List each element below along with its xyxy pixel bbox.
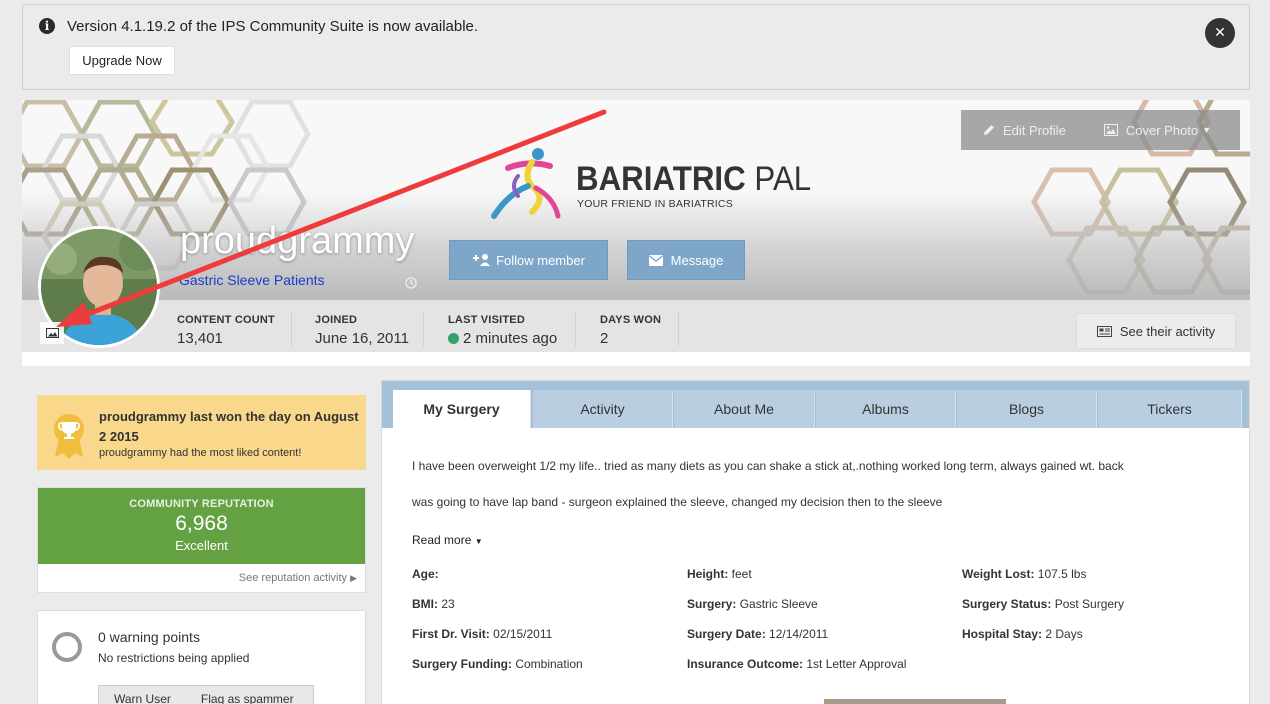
field-surgery-status: Surgery Status: Post Surgery	[962, 597, 1125, 611]
profile-tab-bar: My Surgery Activity About Me Albums Blog…	[382, 381, 1249, 428]
activity-feed-icon	[1096, 325, 1112, 337]
stat-content-count: CONTENT COUNT 13,401	[177, 314, 275, 347]
warn-user-button[interactable]: Warn User	[114, 686, 171, 704]
stat-days-won: DAYS WON 2	[600, 314, 662, 347]
field-bmi: BMI: 23	[412, 597, 455, 611]
follow-member-button[interactable]: Follow member	[449, 240, 608, 280]
warning-points-ring	[52, 632, 82, 662]
profile-owner-actions: Edit Profile Cover Photo ▼	[961, 110, 1240, 150]
profile-header: BARIATRIC PAL YOUR FRIEND IN BARIATRICS …	[22, 100, 1250, 366]
trophy-icon	[54, 414, 84, 459]
stat-divider	[291, 312, 292, 346]
field-age: Age:	[412, 567, 439, 581]
field-surgery-funding: Surgery Funding: Combination	[412, 657, 583, 671]
logo-tagline: YOUR FRIEND IN BARIATRICS	[577, 198, 733, 210]
bariatric-pal-logo: BARIATRIC PAL YOUR FRIEND IN BARIATRICS	[488, 146, 811, 222]
award-subtitle: proudgrammy had the most liked content!	[99, 447, 302, 459]
image-icon	[45, 328, 59, 338]
stat-divider	[678, 312, 679, 346]
field-insurance-outcome: Insurance Outcome: 1st Letter Approval	[687, 657, 907, 671]
field-height: Height: feet	[687, 567, 752, 581]
tab-blogs[interactable]: Blogs	[957, 390, 1097, 428]
flag-spammer-button[interactable]: Flag as spammer	[201, 686, 294, 704]
edit-profile-button[interactable]: Edit Profile	[983, 123, 1066, 138]
field-surgery: Surgery: Gastric Sleeve	[687, 597, 818, 611]
logo-wordmark: BARIATRIC PAL	[576, 160, 812, 198]
runner-logo-icon	[491, 148, 561, 219]
field-weight-lost: Weight Lost: 107.5 lbs	[962, 567, 1087, 581]
stat-last-visited: LAST VISITED 2 minutes ago	[448, 314, 558, 347]
tab-about-me[interactable]: About Me	[674, 390, 815, 428]
caret-down-icon: ▼	[474, 537, 483, 546]
warnings-widget: 0 warning points No restrictions being a…	[37, 610, 366, 704]
message-button[interactable]: Message	[627, 240, 745, 280]
field-first-dr-visit: First Dr. Visit: 02/15/2011	[412, 627, 553, 641]
online-status-dot	[448, 333, 459, 344]
reputation-level: Excellent	[175, 538, 228, 553]
ticker-image	[824, 699, 1006, 704]
envelope-icon	[648, 254, 663, 266]
surgery-story-paragraph: was going to have lap band - surgeon exp…	[412, 495, 943, 509]
see-reputation-activity-link[interactable]: See reputation activity ▶	[239, 572, 357, 584]
tab-albums[interactable]: Albums	[816, 390, 956, 428]
warning-restrictions: No restrictions being applied	[98, 651, 250, 665]
username: proudgrammy	[180, 220, 415, 262]
award-title: proudgrammy last won the day on August 2…	[99, 409, 359, 444]
profile-stats-bar: CONTENT COUNT 13,401 JOINED June 16, 201…	[22, 300, 1250, 352]
update-banner: i Version 4.1.19.2 of the IPS Community …	[22, 4, 1250, 90]
moderation-buttons: Warn User Flag as spammer	[98, 685, 314, 704]
reputation-value: 6,968	[175, 512, 228, 535]
tab-tickers[interactable]: Tickers	[1098, 390, 1242, 428]
add-user-icon	[473, 254, 491, 266]
day-winner-award: proudgrammy last won the day on August 2…	[37, 395, 366, 470]
close-banner-button[interactable]: ✕	[1205, 18, 1235, 48]
pencil-icon	[984, 125, 994, 135]
info-icon: i	[39, 18, 55, 34]
field-surgery-date: Surgery Date: 12/14/2011	[687, 627, 829, 641]
tab-activity[interactable]: Activity	[533, 390, 673, 428]
field-hospital-stay: Hospital Stay: 2 Days	[962, 627, 1083, 641]
reputation-widget: COMMUNITY REPUTATION 6,968 Excellent See…	[37, 487, 366, 593]
tab-my-surgery[interactable]: My Surgery	[393, 390, 531, 428]
warning-points: 0 warning points	[98, 629, 200, 645]
surgery-story-paragraph: I have been overweight 1/2 my life.. tri…	[412, 459, 1124, 473]
see-their-activity-button[interactable]: See their activity	[1076, 313, 1236, 349]
cover-photo-button[interactable]: Cover Photo ▼	[1103, 123, 1212, 138]
reputation-badge: COMMUNITY REPUTATION 6,968 Excellent	[38, 488, 365, 564]
upgrade-now-button[interactable]: Upgrade Now	[69, 46, 175, 75]
profile-content: My Surgery Activity About Me Albums Blog…	[381, 380, 1250, 704]
read-more-link[interactable]: Read more ▼	[412, 533, 483, 547]
history-icon[interactable]	[404, 276, 418, 290]
image-icon	[1103, 124, 1118, 136]
change-photo-button[interactable]	[40, 322, 64, 344]
chevron-down-icon: ▼	[1202, 125, 1212, 135]
close-icon: ✕	[1214, 25, 1226, 41]
member-group-link[interactable]: Gastric Sleeve Patients	[179, 272, 325, 288]
stat-divider	[423, 312, 424, 346]
update-message: Version 4.1.19.2 of the IPS Community Su…	[67, 18, 479, 35]
chevron-right-icon: ▶	[350, 573, 357, 583]
stat-joined: JOINED June 16, 2011	[315, 314, 409, 347]
stat-divider	[575, 312, 576, 346]
